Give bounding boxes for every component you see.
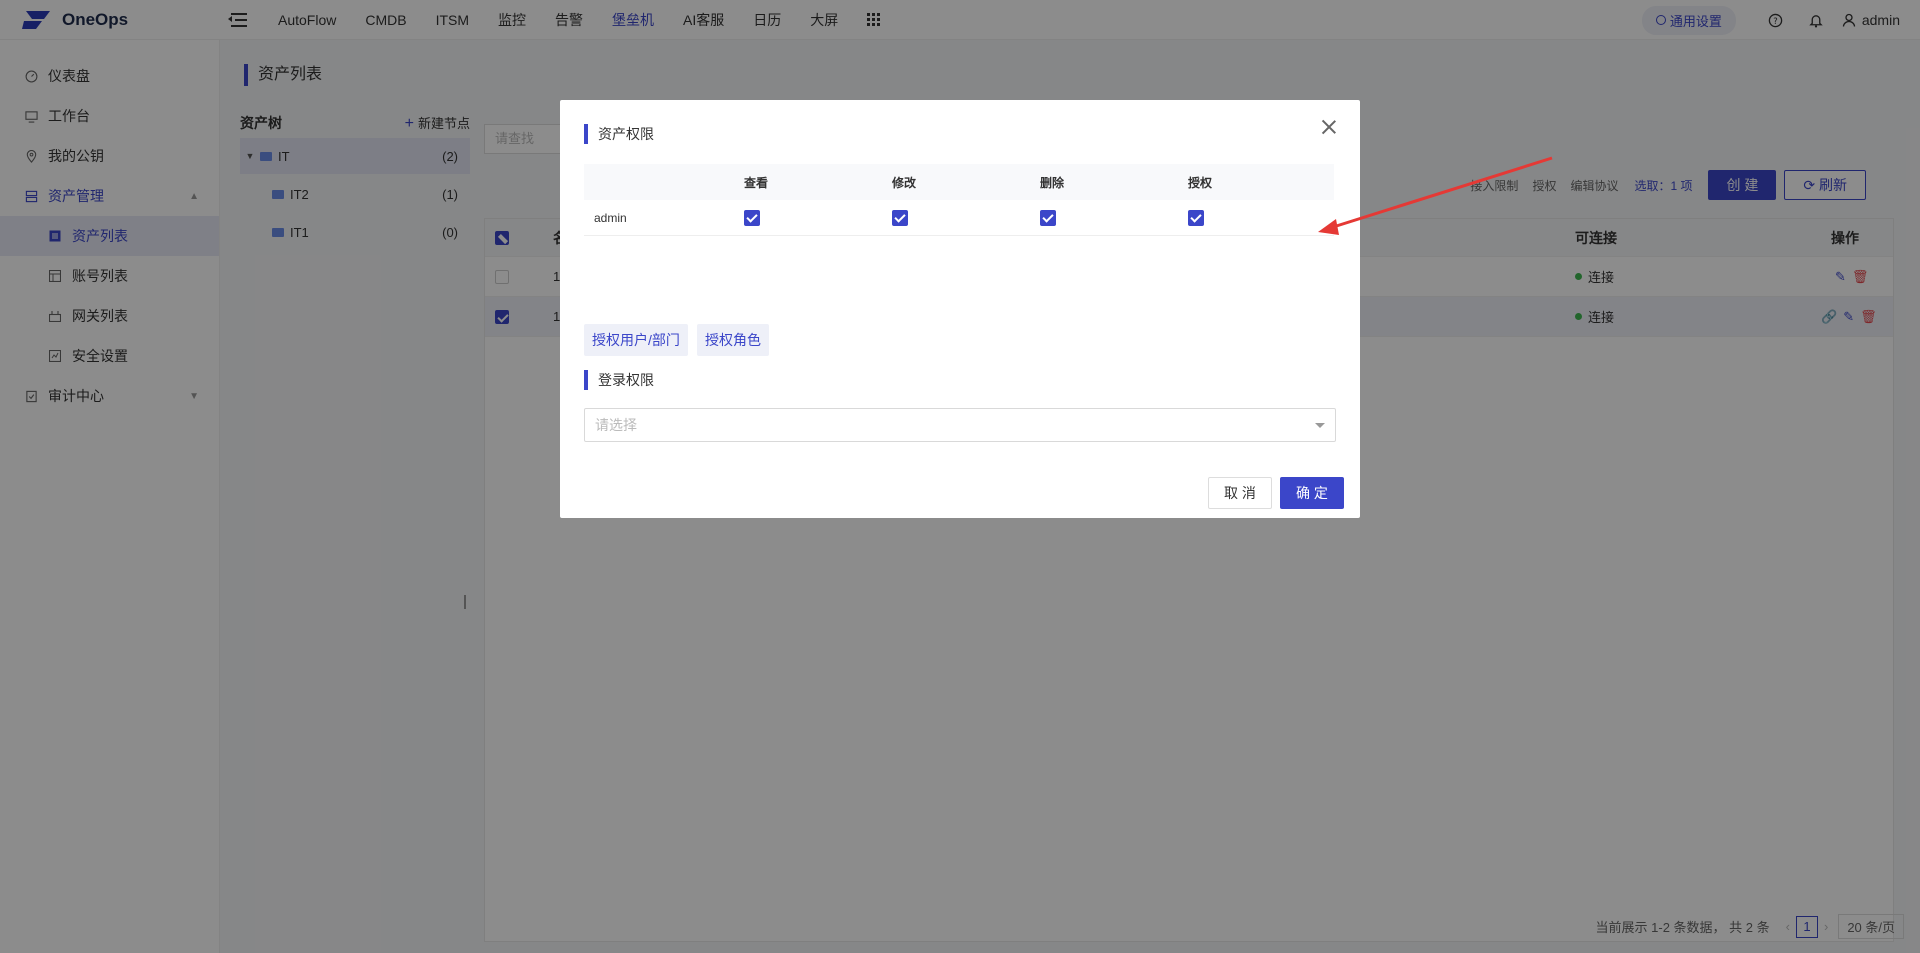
close-icon[interactable] [1322,120,1336,134]
authorize-checkbox[interactable] [1188,200,1204,236]
permission-table-header: 查看 修改 删除 授权 [584,164,1334,200]
col-view: 查看 [744,175,769,190]
col-authorize: 授权 [1188,175,1213,190]
permission-table: 查看 修改 删除 授权 admin [584,164,1334,236]
view-checkbox[interactable] [744,200,760,236]
delete-checkbox[interactable] [1040,200,1056,236]
caret-down-icon [1315,423,1325,428]
auth-user-dept-button[interactable]: 授权用户/部门 [584,324,688,356]
select-placeholder: 请选择 [595,417,637,433]
auth-role-button[interactable]: 授权角色 [697,324,769,356]
confirm-button[interactable]: 确 定 [1280,477,1344,509]
col-delete: 删除 [1040,175,1065,190]
login-permission-select[interactable]: 请选择 [584,408,1336,442]
login-permission-title: 登录权限 [584,370,654,390]
col-modify: 修改 [892,175,917,190]
permission-row: admin [584,200,1334,236]
asset-permission-modal: 资产权限 查看 修改 删除 授权 admin 授权用户/部门 授权角色 登录权限… [560,100,1360,518]
cancel-button[interactable]: 取 消 [1208,477,1272,509]
asset-permission-title: 资产权限 [584,124,654,144]
modify-checkbox[interactable] [892,200,908,236]
permission-user: admin [594,211,627,225]
